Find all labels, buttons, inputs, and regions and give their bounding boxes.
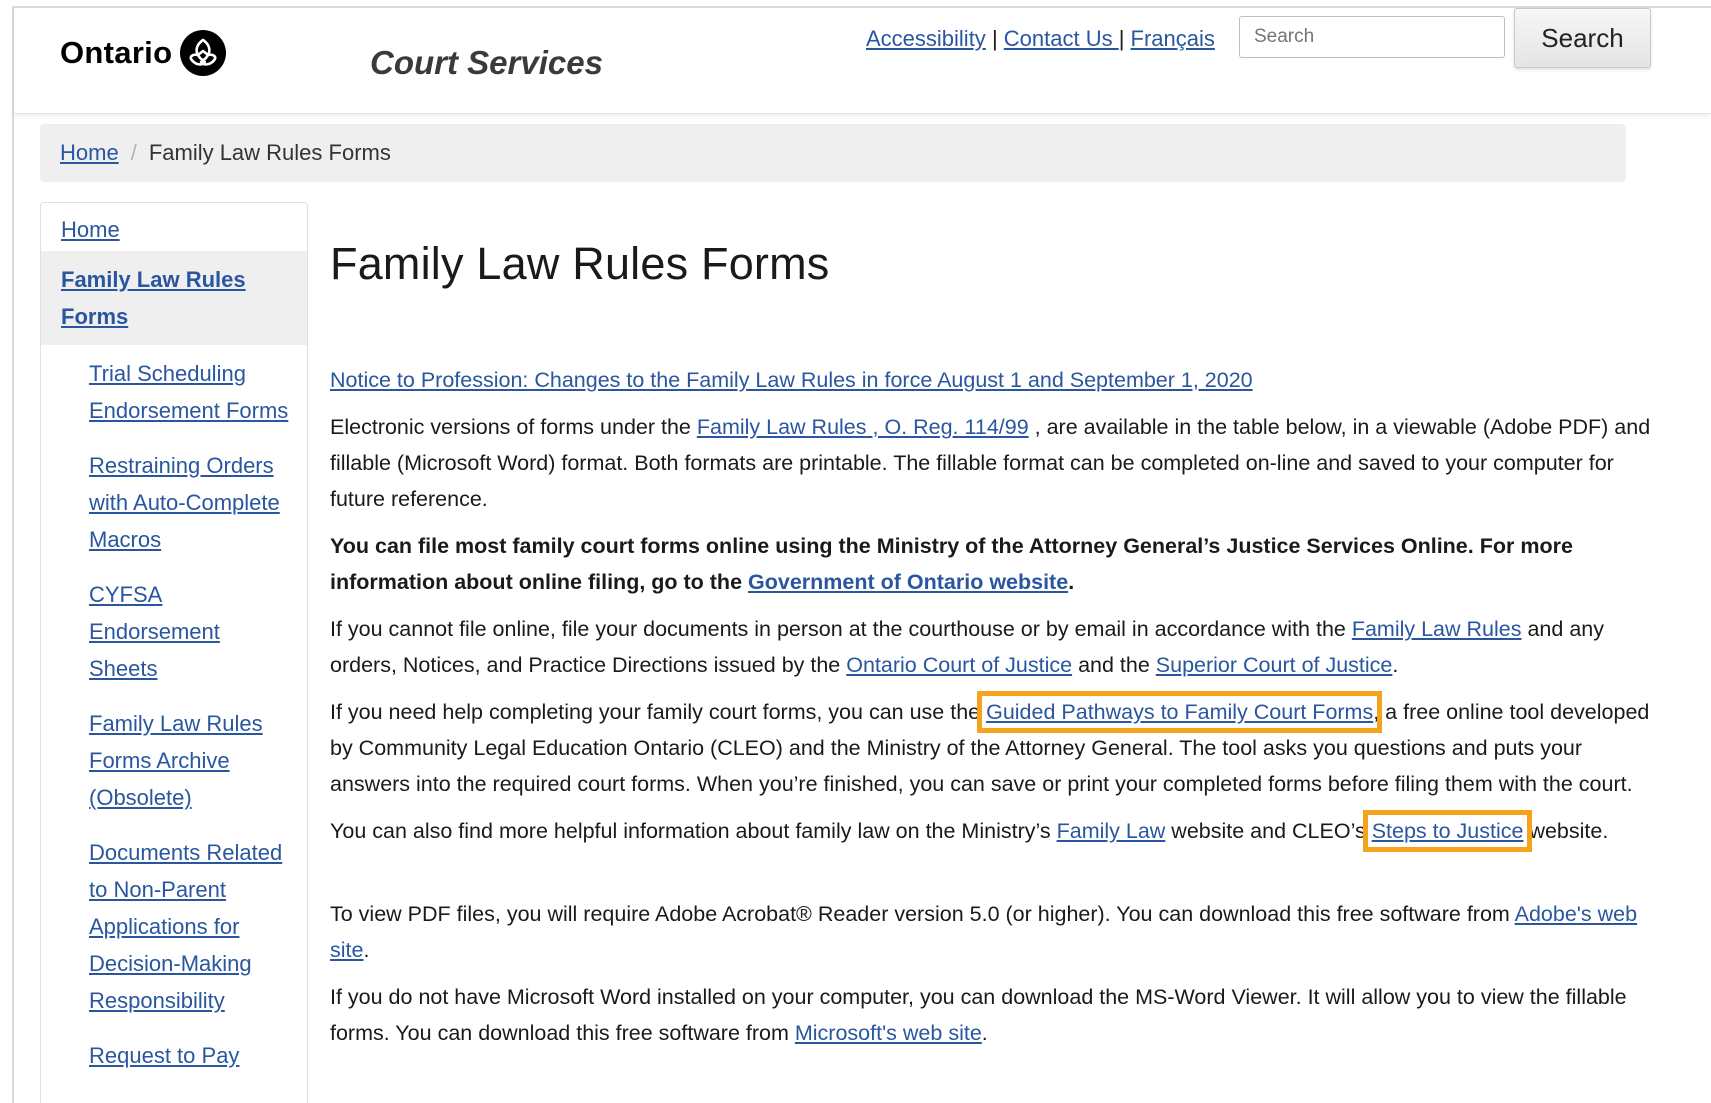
microsoft-web-site-link[interactable]: Microsoft's web site — [795, 1021, 982, 1045]
sidebar-item-forms-archive: Family Law Rules Forms Archive (Obsolete… — [89, 705, 289, 816]
sidebar-link[interactable]: CYFSA Endorsement Sheets — [89, 582, 220, 681]
paragraph-text: If you cannot file online, file your doc… — [330, 617, 1352, 641]
superior-court-of-justice-link[interactable]: Superior Court of Justice — [1156, 653, 1393, 677]
sidebar-item-family-law-rules-forms: Family Law Rules Forms — [41, 251, 307, 345]
sidebar-link[interactable]: Request to Pay — [89, 1043, 239, 1068]
main-content: Family Law Rules Forms Notice to Profess… — [330, 238, 1660, 1062]
sidebar-link[interactable]: Family Law Rules Forms Archive (Obsolete… — [89, 711, 263, 810]
sidebar-subitems: Trial Scheduling Endorsement Forms Restr… — [41, 345, 307, 1074]
breadcrumb: Home / Family Law Rules Forms — [40, 124, 1626, 182]
notice-paragraph: Notice to Profession: Changes to the Fam… — [330, 362, 1660, 398]
paragraph-text: . — [1392, 653, 1399, 677]
notice-to-profession-link[interactable]: Notice to Profession: Changes to the Fam… — [330, 368, 1253, 392]
breadcrumb-home-link[interactable]: Home — [60, 140, 119, 166]
site-title: Court Services — [370, 44, 603, 81]
sidebar-item-trial-scheduling: Trial Scheduling Endorsement Forms — [89, 355, 289, 429]
accessibility-link[interactable]: Accessibility — [866, 26, 986, 51]
search-input[interactable] — [1239, 16, 1505, 58]
paragraph-text: If you need help completing your family … — [330, 700, 987, 724]
guided-pathways-link[interactable]: Guided Pathways to Family Court Forms — [977, 691, 1383, 733]
logo-text: Ontario — [60, 35, 173, 70]
paragraph-text: Electronic versions of forms under the — [330, 415, 697, 439]
utility-links: Accessibility | Contact Us | Français — [866, 26, 1215, 51]
intro-paragraph: Electronic versions of forms under the F… — [330, 409, 1660, 517]
sidebar-nav: Home Family Law Rules Forms Trial Schedu… — [40, 202, 308, 1103]
sidebar-item-cyfsa: CYFSA Endorsement Sheets — [89, 576, 289, 687]
sidebar-home-link[interactable]: Home — [61, 217, 120, 242]
guided-pathways-paragraph: If you need help completing your family … — [330, 691, 1660, 802]
pdf-viewer-paragraph: To view PDF files, you will require Adob… — [330, 896, 1660, 968]
sidebar-active-link[interactable]: Family Law Rules Forms — [61, 267, 246, 329]
sidebar-link[interactable]: Restraining Orders with Auto-Complete Ma… — [89, 453, 280, 552]
government-of-ontario-link[interactable]: Government of Ontario website — [748, 570, 1068, 594]
paragraph-text: website. — [1523, 819, 1609, 843]
paragraph-text: To view PDF files, you will require Adob… — [330, 902, 1515, 926]
word-viewer-paragraph: If you do not have Microsoft Word instal… — [330, 979, 1660, 1051]
in-person-filing-paragraph: If you cannot file online, file your doc… — [330, 611, 1660, 683]
francais-link[interactable]: Français — [1131, 26, 1215, 51]
sidebar-item-request-to-pay: Request to Pay — [89, 1037, 289, 1074]
sidebar-link[interactable]: Trial Scheduling Endorsement Forms — [89, 361, 288, 423]
family-law-website-link[interactable]: Family Law — [1057, 819, 1166, 843]
breadcrumb-separator: / — [130, 140, 137, 165]
search-button[interactable]: Search — [1514, 8, 1651, 68]
contact-us-link[interactable]: Contact Us — [1004, 26, 1119, 51]
ontario-logo[interactable]: Ontario — [60, 30, 227, 76]
breadcrumb-current: Family Law Rules Forms — [148, 140, 391, 165]
paragraph-text: . — [363, 938, 370, 962]
sidebar-item-restraining-orders: Restraining Orders with Auto-Complete Ma… — [89, 447, 289, 558]
sidebar-item-non-parent-documents: Documents Related to Non-Parent Applicat… — [89, 834, 289, 1019]
paragraph-text: website and CLEO’s — [1165, 819, 1372, 843]
paragraph-text: You can also find more helpful informati… — [330, 819, 1057, 843]
ontario-trillium-icon — [180, 30, 227, 76]
paragraph-text: . — [981, 1021, 988, 1045]
sidebar-item-home: Home — [41, 203, 307, 251]
family-law-rules-link[interactable]: Family Law Rules — [1352, 617, 1522, 641]
family-law-rules-regulation-link[interactable]: Family Law Rules , O. Reg. 114/99 — [697, 415, 1029, 439]
steps-to-justice-link[interactable]: Steps to Justice — [1362, 810, 1533, 852]
family-law-info-paragraph: You can also find more helpful informati… — [330, 810, 1660, 852]
page-title: Family Law Rules Forms — [330, 238, 830, 289]
ontario-court-of-justice-link[interactable]: Ontario Court of Justice — [846, 653, 1072, 677]
site-header: Ontario Court Services Accessibility | C… — [14, 8, 1711, 114]
online-filing-paragraph: You can file most family court forms onl… — [330, 528, 1660, 600]
sidebar-link[interactable]: Documents Related to Non-Parent Applicat… — [89, 840, 282, 1013]
page-frame: Ontario Court Services Accessibility | C… — [12, 6, 1711, 1103]
paragraph-text: and the — [1072, 653, 1156, 677]
paragraph-text: . — [1068, 570, 1075, 594]
